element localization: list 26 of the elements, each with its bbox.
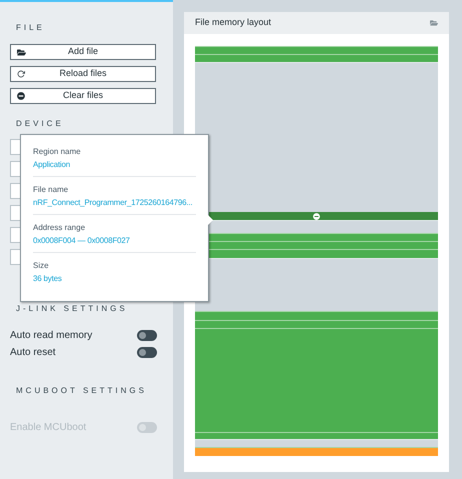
toggle-label: Auto read memory xyxy=(10,329,92,343)
section-heading: FILE xyxy=(15,22,46,34)
folder-icon[interactable] xyxy=(430,19,438,27)
section-heading: DEVICE xyxy=(15,118,65,130)
section-heading: MCUBOOT SETTINGS xyxy=(15,385,148,397)
file-button[interactable]: Reload files xyxy=(10,66,156,82)
field-value: 0x0008F004 — 0x0008F027 xyxy=(33,235,131,246)
field-label: Size xyxy=(33,260,50,271)
folder-icon xyxy=(17,48,26,57)
toggle-label: Enable MCUboot xyxy=(10,421,86,435)
toggle-switch[interactable] xyxy=(137,330,157,341)
section-heading: J-LINK SETTINGS xyxy=(15,303,129,315)
file-button[interactable]: Clear files xyxy=(10,88,156,104)
toggle-switch[interactable] xyxy=(137,347,157,358)
toggle-label: Auto reset xyxy=(10,346,56,360)
clear-icon xyxy=(17,92,25,100)
field-label: File name xyxy=(33,184,70,195)
card-title: File memory layout xyxy=(195,16,272,30)
field-label: Region name xyxy=(33,146,82,157)
reload-icon xyxy=(17,70,25,78)
field-label: Address range xyxy=(33,222,86,233)
field-value: nRF_Connect_Programmer_1725260164796... xyxy=(33,197,194,208)
field-value: Application xyxy=(33,159,71,170)
field-value: 36 bytes xyxy=(33,273,63,284)
file-button[interactable]: Add file xyxy=(10,44,156,60)
remove-icon[interactable] xyxy=(313,213,320,220)
